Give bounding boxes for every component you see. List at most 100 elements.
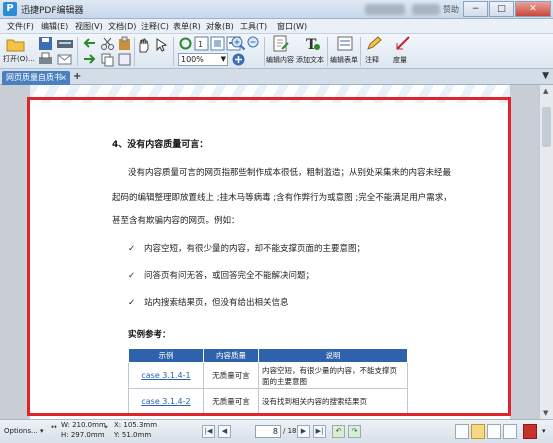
scan-icon[interactable] xyxy=(56,36,74,51)
table-header-row: 示例 内容质量 说明 xyxy=(128,348,408,363)
scroll-down-icon[interactable]: ▼ xyxy=(543,409,548,417)
table-cell: 无质量可言 xyxy=(203,388,259,415)
document-viewer: 4、没有内容质量可言： 没有内容质量可言的网页指那些制作成本很低，粗制滥造；从别… xyxy=(0,85,553,419)
save-icon[interactable] xyxy=(38,36,53,51)
zoom-in-icon[interactable] xyxy=(231,36,246,51)
copy-icon[interactable] xyxy=(100,52,115,67)
open-button-label[interactable]: 打开(O)... xyxy=(3,54,35,64)
forward-icon[interactable]: ↷ xyxy=(348,425,361,438)
blurred-user-info xyxy=(412,4,440,15)
app-logo-icon: P xyxy=(3,2,17,16)
annotate-icon[interactable] xyxy=(365,35,383,52)
bullet-text: 站内搜索结果页，但没有给出相关信息 xyxy=(144,298,289,308)
actual-size-icon[interactable]: 1 xyxy=(194,36,209,51)
next-page-icon[interactable]: ▶ xyxy=(297,425,310,438)
status-bar: Options... ▾ ↔ W: 210.0mm H: 297.0mm ⌖ X… xyxy=(0,419,553,443)
chevron-down-icon[interactable]: ▾ xyxy=(542,427,546,435)
edit-form-icon[interactable] xyxy=(336,35,354,52)
cursor-x: X: 105.3mm xyxy=(114,421,158,429)
menu-file[interactable]: 文件(F) xyxy=(7,21,34,32)
pdf-app-icon[interactable] xyxy=(523,424,537,439)
svg-text:1: 1 xyxy=(198,40,203,49)
scroll-thumb[interactable] xyxy=(542,107,551,147)
continuous-view-icon[interactable] xyxy=(471,424,485,439)
edit-form-label[interactable]: 编辑表单 xyxy=(330,55,358,65)
table-cell: 内容空短，有很少量的内容，不能支撑页面的主要意图 xyxy=(258,362,408,389)
cursor-y: Y: 51.0mm xyxy=(114,431,152,439)
cursor-position-icon: ⌖ xyxy=(104,423,108,431)
chevron-down-icon[interactable]: ▾ xyxy=(40,427,44,435)
paragraph-line: 起码的编辑整理即放置线上 ;挂木马等病毒 ;含有作弊行为或意图 ;完全不能满足用… xyxy=(112,193,452,203)
menu-object[interactable]: 对象(B) xyxy=(206,21,234,32)
close-button[interactable]: ✕ xyxy=(515,1,551,17)
menu-form[interactable]: 表单(R) xyxy=(173,21,201,32)
table-cell: 无质量可言 xyxy=(203,362,259,389)
zoom-out-icon[interactable] xyxy=(247,36,262,51)
rotate-cw-icon[interactable] xyxy=(178,36,193,51)
annotate-label[interactable]: 注释 xyxy=(365,55,379,65)
title-bar: P 迅捷PDF编辑器 赞助 − □ ✕ xyxy=(0,0,553,19)
add-tab-button[interactable]: + xyxy=(73,71,81,82)
checkmark-icon: ✓ xyxy=(128,271,136,281)
edit-content-icon[interactable] xyxy=(272,35,290,52)
example-link[interactable]: case 3.1.4-2 xyxy=(128,388,204,415)
maximize-button[interactable]: □ xyxy=(489,1,514,17)
single-page-view-icon[interactable] xyxy=(455,424,469,439)
scroll-up-icon[interactable]: ▲ xyxy=(543,87,548,95)
menu-window[interactable]: 窗口(W) xyxy=(277,21,307,32)
options-button[interactable]: Options... xyxy=(4,427,38,435)
menu-comment[interactable]: 注释(C) xyxy=(141,21,169,32)
paste-icon[interactable] xyxy=(117,36,132,51)
prev-page-icon[interactable]: ◀ xyxy=(218,425,231,438)
back-icon[interactable]: ↶ xyxy=(332,425,345,438)
example-link[interactable]: case 3.1.4-1 xyxy=(128,362,204,389)
delete-icon[interactable] xyxy=(117,52,132,67)
select-text-icon[interactable] xyxy=(154,37,170,54)
fit-page-icon[interactable] xyxy=(210,36,225,51)
add-text-icon[interactable]: T xyxy=(303,35,321,52)
add-circle-icon[interactable] xyxy=(231,52,246,67)
add-text-label[interactable]: 添加文本 xyxy=(296,55,324,65)
measure-icon[interactable] xyxy=(394,35,412,52)
continuous-facing-view-icon[interactable] xyxy=(503,424,517,439)
tab-document[interactable]: 网页质量自质书 × xyxy=(2,71,70,85)
example-table: 示例 内容质量 说明 case 3.1.4-1 无质量可言 内容空短，有很少量的… xyxy=(128,348,408,415)
checkmark-icon: ✓ xyxy=(128,244,136,254)
menu-document[interactable]: 文档(D) xyxy=(108,21,136,32)
checkmark-icon: ✓ xyxy=(128,298,136,308)
promo-text[interactable]: 赞助 xyxy=(443,4,459,15)
section-heading: 4、没有内容质量可言： xyxy=(112,140,209,150)
measure-label[interactable]: 度量 xyxy=(393,55,407,65)
first-page-icon[interactable]: |◀ xyxy=(202,425,215,438)
facing-view-icon[interactable] xyxy=(487,424,501,439)
menu-edit[interactable]: 编辑(E) xyxy=(41,21,68,32)
last-page-icon[interactable]: ▶| xyxy=(313,425,326,438)
edit-content-label[interactable]: 编辑内容 xyxy=(266,55,294,65)
hand-tool-icon[interactable] xyxy=(136,37,152,54)
tab-list-chevron-icon[interactable]: ▼ xyxy=(542,71,549,81)
chevron-down-icon: ▼ xyxy=(220,55,226,63)
menu-bar: 文件(F) 编辑(E) 视图(V) 文档(D) 注释(C) 表单(R) 对象(B… xyxy=(0,19,553,34)
menu-tools[interactable]: 工具(T) xyxy=(240,21,267,32)
minimize-button[interactable]: − xyxy=(463,1,488,17)
document-tab-bar: 网页质量自质书 × + ▼ xyxy=(0,69,553,85)
page-height: H: 297.0mm xyxy=(61,431,105,439)
vertical-scrollbar[interactable]: ▲ ▼ xyxy=(539,85,553,419)
arrow-right-icon[interactable] xyxy=(82,52,97,67)
page-number-input[interactable]: 8 xyxy=(255,425,281,438)
menu-view[interactable]: 视图(V) xyxy=(75,21,103,32)
zoom-select[interactable]: 100% ▼ xyxy=(178,53,228,66)
email-icon[interactable] xyxy=(56,52,74,67)
bullet-item: ✓ 站内搜索结果页，但没有给出相关信息 xyxy=(128,296,289,308)
arrow-left-icon[interactable] xyxy=(82,36,97,51)
example-title: 实例参考： xyxy=(128,330,171,340)
table-header: 说明 xyxy=(258,348,408,363)
print-icon[interactable] xyxy=(38,52,53,67)
table-cell: 没有找到相关内容的搜索结果页 xyxy=(258,388,408,415)
close-tab-icon[interactable]: × xyxy=(60,71,67,84)
table-header: 示例 xyxy=(128,348,204,363)
open-folder-icon[interactable] xyxy=(6,36,26,52)
cut-icon[interactable] xyxy=(100,36,115,51)
zoom-value: 100% xyxy=(181,55,204,64)
page-header-pattern xyxy=(30,85,510,103)
